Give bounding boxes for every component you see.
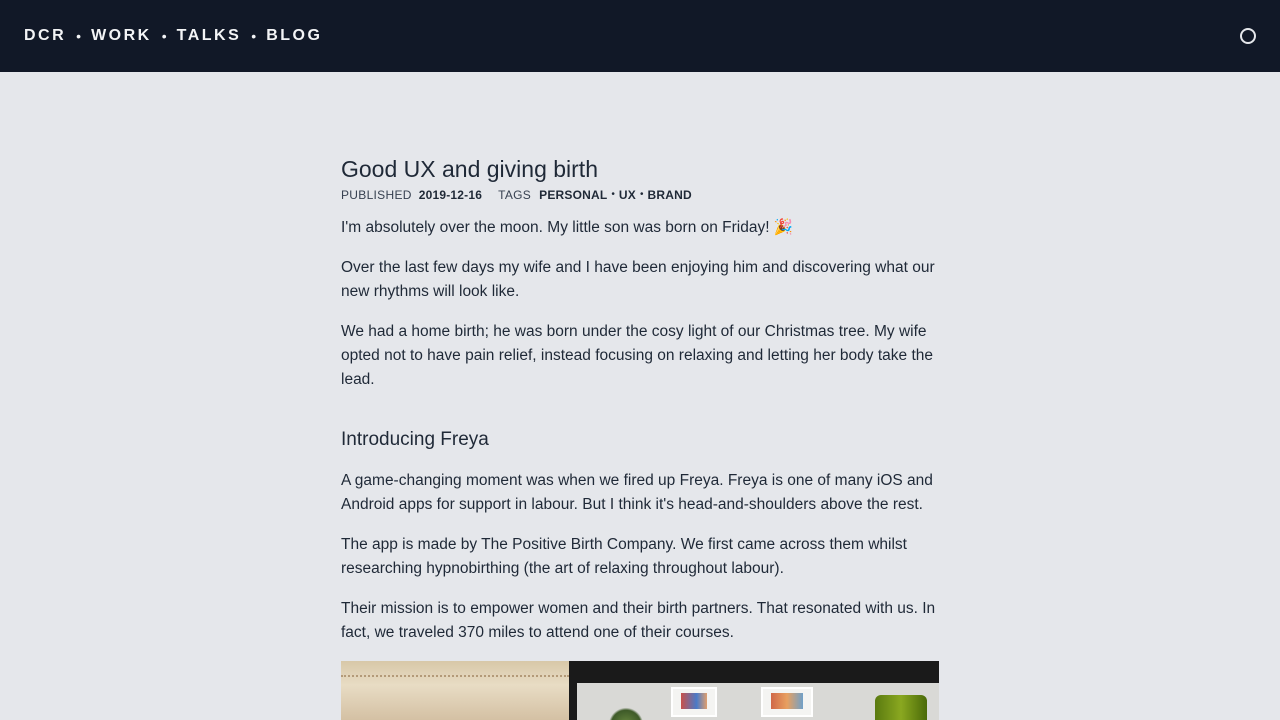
section-heading: Introducing Freya [341, 429, 489, 450]
article-meta: PUBLISHED 2019-12-16 TAGS PERSONAL • UX … [341, 187, 939, 203]
article-body: I'm absolutely over the moon. My little … [341, 216, 939, 720]
tag-separator: • [639, 189, 644, 200]
top-navigation-bar: DCR • WORK • TALKS • BLOG [0, 0, 1280, 72]
tag-link-ux[interactable]: UX [619, 187, 636, 203]
article: Good UX and giving birth PUBLISHED 2019-… [341, 154, 939, 720]
photo-plant [609, 707, 643, 720]
paragraph: We had a home birth; he was born under t… [341, 323, 933, 388]
article-photo [341, 661, 939, 720]
theme-toggle-circle-icon[interactable] [1240, 28, 1256, 44]
photo-lamp [875, 695, 927, 720]
tag-link-personal[interactable]: PERSONAL [539, 187, 607, 203]
nav-link-blog[interactable]: BLOG [266, 27, 322, 45]
paragraph: Their mission is to empower women and th… [341, 600, 936, 641]
photo-frame [761, 687, 813, 717]
tag-link-brand[interactable]: BRAND [648, 187, 692, 203]
published-date: 2019-12-16 [418, 188, 483, 202]
article-title: Good UX and giving birth [341, 156, 598, 182]
paragraph: A game-changing moment was when we fired… [341, 472, 933, 513]
photo-cushion-area [341, 661, 569, 720]
paragraph: Over the last few days my wife and I hav… [341, 259, 935, 300]
tag-separator: • [611, 189, 615, 200]
photo-frame [671, 687, 717, 717]
nav-link-home[interactable]: DCR [24, 27, 66, 45]
nav-link-talks[interactable]: TALKS [177, 27, 242, 45]
nav-separator: • [251, 28, 257, 44]
published-label: PUBLISHED [341, 188, 412, 202]
paragraph: I'm absolutely over the moon. My little … [341, 219, 794, 236]
nav-separator: • [161, 28, 167, 44]
photo-tv-area [569, 661, 939, 720]
tags-label: TAGS [498, 188, 532, 202]
nav-separator: • [76, 28, 82, 44]
paragraph: The app is made by The Positive Birth Co… [341, 536, 907, 577]
nav-link-work[interactable]: WORK [91, 27, 152, 45]
main-nav: DCR • WORK • TALKS • BLOG [24, 27, 322, 45]
